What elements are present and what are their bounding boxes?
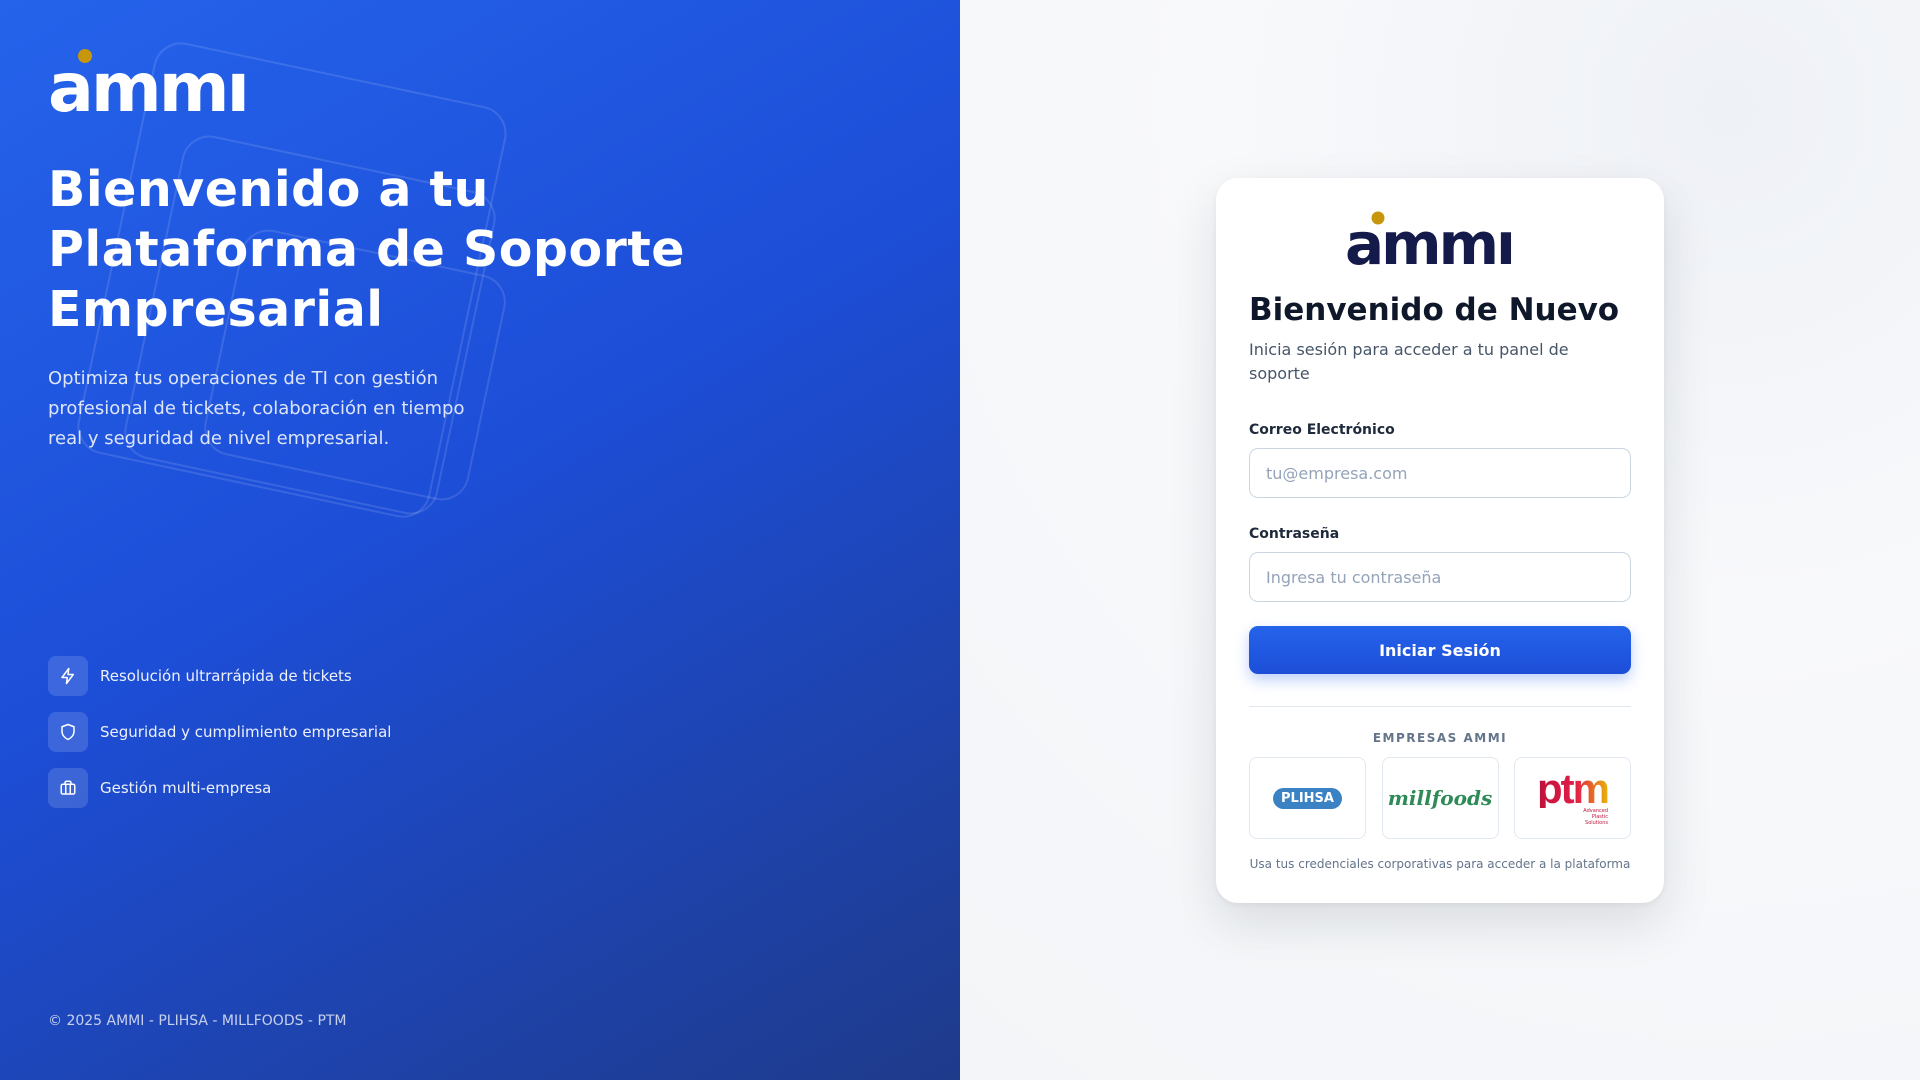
ptm-logo: ptm Advanced Plastic Solutions: [1537, 765, 1610, 827]
login-button[interactable]: Iniciar Sesión: [1249, 626, 1631, 674]
millfoods-logo: millfoods: [1387, 786, 1493, 810]
feature-label: Resolución ultrarrápida de tickets: [100, 667, 352, 685]
login-card: ammı Bienvenido de Nuevo Inicia sesión p…: [1216, 178, 1664, 903]
plihsa-logo: PLIHSA: [1273, 787, 1342, 809]
svg-text:ammı: ammı: [48, 49, 247, 116]
hero-subtitle: Optimiza tus operaciones de TI con gesti…: [48, 368, 465, 449]
login-subtitle: Inicia sesión para acceder a tu panel de…: [1249, 340, 1569, 383]
ammi-logo: ammı: [48, 49, 250, 116]
briefcase-icon: [48, 768, 88, 808]
copyright: © 2025 AMMI - PLIHSA - MILLFOODS - PTM: [48, 1013, 347, 1029]
hero-panel: ammı Bienvenido a tu Plataforma de Sopor…: [0, 0, 960, 1080]
divider: [1249, 706, 1631, 707]
companies-title: EMPRESAS AMMI: [1372, 731, 1508, 745]
ptm-tagline: Advanced Plastic Solutions: [1583, 808, 1608, 826]
email-field[interactable]: [1249, 448, 1631, 498]
feature-label: Gestión multi-empresa: [100, 779, 272, 797]
lightning-icon: [48, 656, 88, 696]
feature-item: Seguridad y cumplimiento empresarial: [48, 712, 391, 752]
ammi-logo: ammı: [1345, 210, 1516, 268]
login-footnote: Usa tus credenciales corporativas para a…: [1249, 857, 1631, 871]
company-logo-ptm: ptm Advanced Plastic Solutions: [1514, 757, 1631, 839]
company-logo-plihsa: PLIHSA: [1249, 757, 1366, 839]
password-label: Contraseña: [1249, 526, 1340, 542]
feature-list: Resolución ultrarrápida de tickets Segur…: [48, 656, 391, 824]
login-panel: ammı Bienvenido de Nuevo Inicia sesión p…: [960, 0, 1920, 1080]
company-logo-millfoods: millfoods: [1381, 757, 1499, 839]
feature-item: Gestión multi-empresa: [48, 768, 391, 808]
company-logos: PLIHSA millfoods ptm Advanced Plastic So…: [1249, 757, 1631, 839]
hero-title: Bienvenido a tu Plataforma de Soporte Em…: [48, 161, 685, 338]
svg-text:ammı: ammı: [1345, 210, 1513, 268]
shield-icon: [48, 712, 88, 752]
password-field[interactable]: [1249, 552, 1631, 602]
email-label: Correo Electrónico: [1249, 422, 1395, 438]
feature-label: Seguridad y cumplimiento empresarial: [100, 723, 392, 741]
feature-item: Resolución ultrarrápida de tickets: [48, 656, 391, 696]
login-title: Bienvenido de Nuevo: [1249, 292, 1620, 328]
ptm-wordmark: ptm: [1537, 765, 1610, 812]
